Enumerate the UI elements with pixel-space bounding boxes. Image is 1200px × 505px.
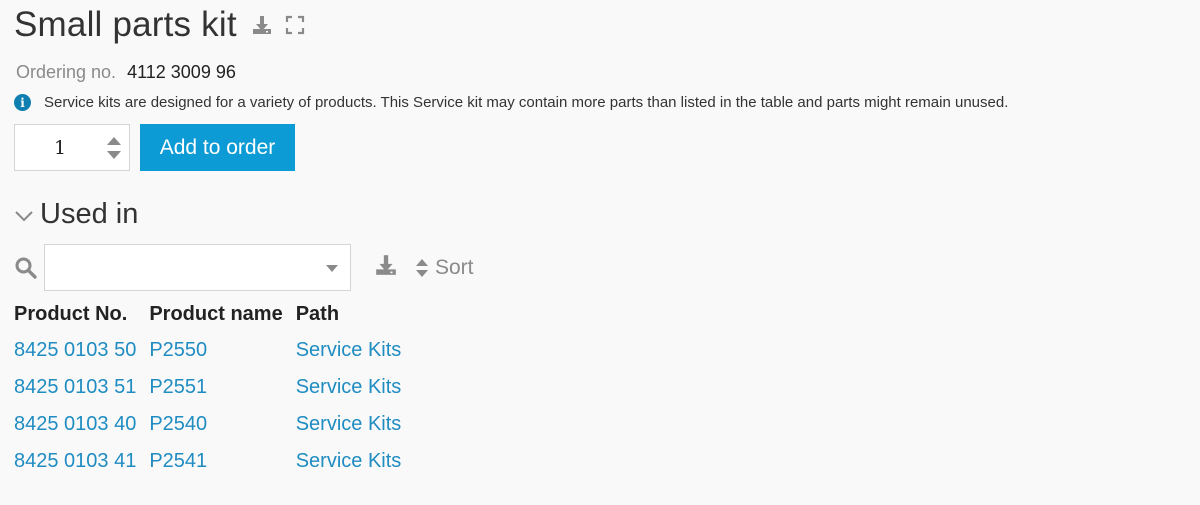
table-header-row: Product No. Product name Path [14,296,414,332]
product-no-link[interactable]: 8425 0103 40 [14,413,136,435]
column-header-product-name: Product name [149,302,283,325]
page-title: Small parts kit [14,5,237,44]
product-name-link[interactable]: P2551 [149,376,207,398]
sort-button[interactable]: Sort [416,256,474,280]
table-row: 8425 0103 50 P2550 Service Kits [14,332,414,369]
used-in-toolbar: Sort [14,244,474,291]
path-link[interactable]: Service Kits [296,339,402,361]
product-name-link[interactable]: P2540 [149,413,207,435]
stepper-arrows-icon[interactable] [107,135,121,161]
download-icon[interactable] [374,253,398,282]
fullscreen-icon[interactable] [285,15,305,35]
search-icon [15,257,37,279]
download-icon[interactable] [251,14,273,36]
quantity-value[interactable]: 1 [54,137,66,159]
search-input[interactable] [44,244,351,291]
path-link[interactable]: Service Kits [296,376,402,398]
table-row: 8425 0103 41 P2541 Service Kits [14,443,414,480]
product-name-link[interactable]: P2541 [149,450,207,472]
product-no-link[interactable]: 8425 0103 41 [14,450,136,472]
path-link[interactable]: Service Kits [296,450,402,472]
ordering-value: 4112 3009 96 [127,62,236,82]
column-header-product-no: Product No. [14,302,128,325]
quantity-stepper[interactable]: 1 [14,124,130,171]
add-to-order-button[interactable]: Add to order [140,124,295,171]
used-in-title: Used in [40,198,139,230]
table-row: 8425 0103 40 P2540 Service Kits [14,406,414,443]
info-notice: i Service kits are designed for a variet… [14,94,1008,111]
used-in-table: Product No. Product name Path 8425 0103 … [14,296,414,480]
order-controls: 1 Add to order [14,124,295,171]
table-row: 8425 0103 51 P2551 Service Kits [14,369,414,406]
used-in-section-header[interactable]: Used in [14,198,138,231]
sort-label: Sort [435,255,474,279]
info-text: Service kits are designed for a variety … [44,94,1009,111]
info-icon: i [14,94,31,111]
chevron-down-icon[interactable] [14,209,34,223]
column-header-path: Path [295,302,340,325]
dropdown-caret-icon[interactable] [326,265,338,273]
title-row: Small parts kit [14,4,305,46]
path-link[interactable]: Service Kits [296,413,402,435]
ordering-number: Ordering no. 4112 3009 96 [16,62,236,82]
sort-icon [416,258,428,277]
product-no-link[interactable]: 8425 0103 51 [14,376,136,398]
ordering-label: Ordering no. [16,62,117,82]
product-no-link[interactable]: 8425 0103 50 [14,339,136,361]
product-name-link[interactable]: P2550 [149,339,207,361]
